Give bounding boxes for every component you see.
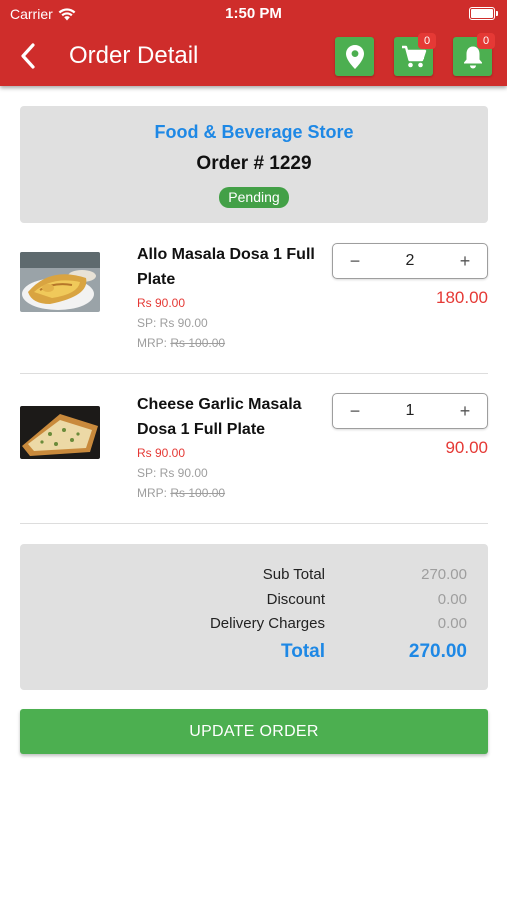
back-arrow-icon <box>21 43 35 69</box>
mrp-label: MRP: <box>137 486 167 500</box>
increase-quantity-button[interactable]: + <box>445 244 485 278</box>
location-button[interactable] <box>335 37 374 76</box>
decrease-quantity-button[interactable]: − <box>335 244 375 278</box>
quantity-value: 1 <box>405 402 415 419</box>
decrease-quantity-button[interactable]: − <box>335 394 375 428</box>
delivery-charges-value: 0.00 <box>437 615 467 632</box>
item-mrp: MRP: Rs 100.00 <box>137 486 225 500</box>
divider <box>20 523 488 524</box>
location-pin-icon <box>345 44 364 69</box>
battery-icon <box>469 7 498 20</box>
item-image <box>20 406 100 459</box>
quantity-value: 2 <box>405 252 415 269</box>
item-price: Rs 90.00 <box>137 446 186 460</box>
divider <box>20 373 488 374</box>
back-button[interactable] <box>14 40 42 72</box>
update-order-button[interactable]: UPDATE ORDER <box>20 709 488 754</box>
quantity-stepper: − 1 + <box>332 393 488 429</box>
item-name: Allo Masala Dosa 1 Full Plate <box>137 246 315 288</box>
total-value: 270.00 <box>408 641 467 662</box>
delivery-charges-row: Delivery Charges 0.00 <box>20 615 488 637</box>
mrp-value: Rs 100.00 <box>170 336 226 350</box>
notification-count-badge: 0 <box>477 33 495 49</box>
quantity-stepper: − 2 + <box>332 243 488 279</box>
notification-button[interactable]: 0 <box>453 33 495 76</box>
cart-count-badge: 0 <box>418 33 436 49</box>
cart-button[interactable]: 0 <box>394 33 436 76</box>
item-line-total: 180.00 <box>436 288 488 307</box>
item-selling-price: SP: Rs 90.00 <box>137 466 208 480</box>
order-number: Order # 1229 <box>196 153 312 174</box>
delivery-charges-label: Delivery Charges <box>209 615 325 632</box>
increase-quantity-button[interactable]: + <box>445 394 485 428</box>
discount-row: Discount 0.00 <box>20 591 488 613</box>
status-bar: Carrier 1:50 PM <box>0 0 507 28</box>
discount-label: Discount <box>266 591 325 608</box>
app-header: Carrier 1:50 PM Order Detail 0 0 <box>0 0 507 86</box>
sub-total-value: 270.00 <box>421 566 467 583</box>
item-selling-price: SP: Rs 90.00 <box>137 316 208 330</box>
item-name: Cheese Garlic Masala Dosa 1 Full Plate <box>137 396 302 438</box>
item-price: Rs 90.00 <box>137 296 186 310</box>
sub-total-row: Sub Total 270.00 <box>20 566 488 588</box>
total-row: Total 270.00 <box>20 641 488 663</box>
page-title: Order Detail <box>69 42 199 69</box>
order-status-badge: Pending <box>219 187 289 208</box>
item-image <box>20 252 100 312</box>
mrp-label: MRP: <box>137 336 167 350</box>
store-name: Food & Beverage Store <box>154 122 354 142</box>
order-info-card: Food & Beverage Store Order # 1229 Pendi… <box>20 106 488 223</box>
order-item: Cheese Garlic Masala Dosa 1 Full Plate R… <box>20 392 488 512</box>
discount-value: 0.00 <box>437 591 467 608</box>
sub-total-label: Sub Total <box>262 566 325 583</box>
total-label: Total <box>281 641 325 662</box>
order-summary-card: Sub Total 270.00 Discount 0.00 Delivery … <box>20 544 488 690</box>
order-item: Allo Masala Dosa 1 Full Plate Rs 90.00 S… <box>20 242 488 362</box>
item-line-total: 90.00 <box>445 438 488 457</box>
status-time: 1:50 PM <box>225 5 282 22</box>
item-mrp: MRP: Rs 100.00 <box>137 336 225 350</box>
mrp-value: Rs 100.00 <box>170 486 226 500</box>
